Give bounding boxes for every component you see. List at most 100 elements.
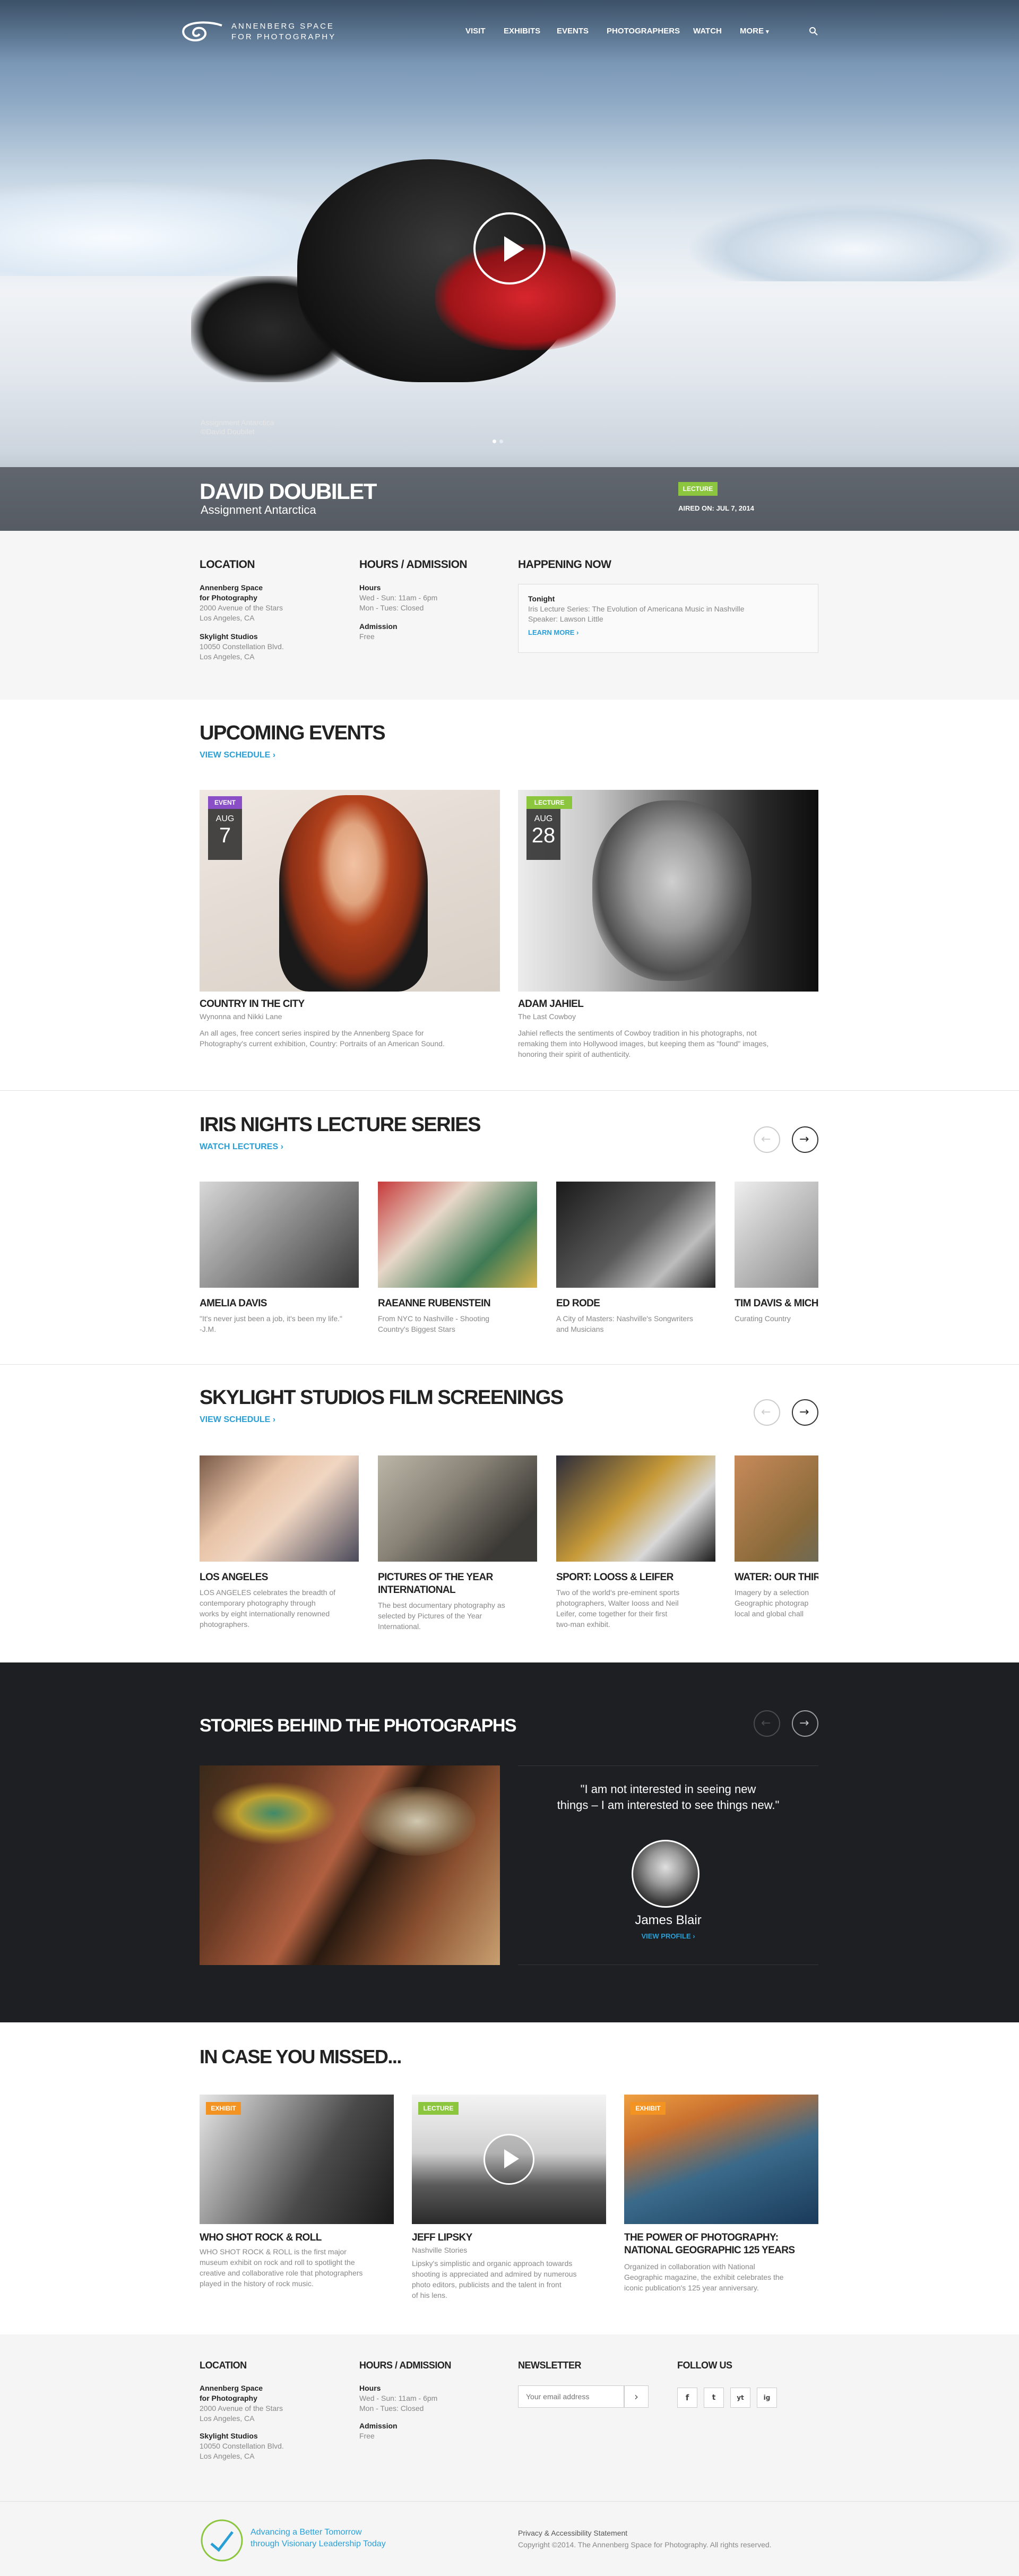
exhibit-tag: EXHIBIT	[631, 2102, 666, 2115]
newsletter-heading: NEWSLETTER	[518, 2360, 582, 2371]
stories-quote: "I am not interested in seeing new thing…	[518, 1781, 818, 1813]
iris-heading: IRIS NIGHTS LECTURE SERIES	[200, 1114, 481, 1136]
hours-line2: Mon - Tues: Closed	[359, 604, 424, 612]
stories-next-button[interactable]: →	[792, 1710, 818, 1737]
happening-heading: HAPPENING NOW	[518, 558, 611, 571]
play-video-button[interactable]	[483, 2134, 534, 2185]
skylight-view-schedule-link[interactable]: VIEW SCHEDULE ›	[200, 1415, 275, 1425]
newsletter-submit-button[interactable]: ›	[624, 2385, 649, 2408]
iris-photo[interactable]	[735, 1182, 818, 1288]
lecture-tag: LECTURE	[526, 796, 572, 809]
event-title[interactable]: COUNTRY IN THE CITY	[200, 998, 305, 1011]
film-desc-line: works by eight internationally renowned	[200, 1609, 330, 1618]
iris-desc: From NYC to Nashville - Shooting Country'…	[378, 1313, 537, 1334]
play-icon	[504, 2149, 519, 2168]
footer-hours-block: Hours Wed - Sun: 11am - 6pm Mon - Tues: …	[359, 2383, 437, 2441]
iris-photo[interactable]	[378, 1182, 537, 1288]
exhibit-tag-label: EXHIBIT	[635, 2105, 661, 2112]
youtube-icon[interactable]: yt	[730, 2388, 750, 2408]
tagline-line: Advancing a Better Tomorrow	[251, 2528, 362, 2537]
nav-photographers[interactable]: PHOTOGRAPHERS	[607, 27, 680, 36]
missed-title[interactable]: WHO SHOT ROCK & ROLL	[200, 2232, 322, 2244]
play-video-button[interactable]	[473, 212, 546, 285]
newsletter-email-input[interactable]	[518, 2385, 624, 2408]
venue1-addr1: 2000 Avenue of the Stars	[200, 2404, 283, 2413]
hours-line1: Wed - Sun: 11am - 6pm	[359, 593, 438, 602]
film-title[interactable]: PICTURES OF THE YEAR INTERNATIONAL	[378, 1571, 493, 1597]
happening-learn-more-link[interactable]: LEARN MORE ›	[528, 628, 808, 636]
iris-desc: "It's never just been a job, it's been m…	[200, 1313, 359, 1334]
iris-photo[interactable]	[556, 1182, 715, 1288]
film-photo[interactable]	[735, 1455, 818, 1562]
iris-title[interactable]: AMELIA DAVIS	[200, 1297, 267, 1310]
iris-prev-button[interactable]: ←	[754, 1126, 780, 1153]
nav-more[interactable]: MORE ▾	[740, 27, 769, 36]
iris-title[interactable]: ED RODE	[556, 1297, 600, 1310]
iris-desc: A City of Masters: Nashville's Songwrite…	[556, 1313, 715, 1334]
missed-desc-line: of his lens.	[412, 2291, 447, 2299]
hours-label: Hours	[359, 2384, 381, 2392]
venue2-name: Skylight Studios	[200, 632, 258, 641]
nav-watch[interactable]: WATCH	[693, 27, 722, 36]
film-title[interactable]: WATER: OUR THIRSTY	[735, 1571, 818, 1584]
film-photo[interactable]	[378, 1455, 537, 1562]
iris-desc-line: "It's never just been a job, it's been m…	[200, 1314, 342, 1323]
nav-events[interactable]: EVENTS	[557, 27, 589, 36]
carousel-dot[interactable]	[499, 440, 503, 443]
nav-visit[interactable]: VISIT	[465, 27, 486, 36]
hero-title: DAVID DOUBILET	[200, 479, 377, 504]
venue1-name1: Annenberg Space	[200, 583, 263, 592]
view-schedule-link[interactable]: VIEW SCHEDULE ›	[200, 751, 275, 760]
privacy-link[interactable]: Privacy & Accessibility Statement	[518, 2529, 627, 2537]
carousel-dots[interactable]	[493, 435, 503, 445]
search-icon[interactable]	[809, 27, 818, 36]
event-month: AUG	[215, 814, 235, 823]
nav-more-label: MORE	[740, 27, 764, 36]
stories-photo[interactable]	[200, 1765, 500, 1965]
event-description: An all ages, free concert series inspire…	[200, 1028, 500, 1049]
chevron-down-icon: ▾	[766, 29, 769, 35]
film-desc-line: photographers, Walter Iooss and Neil	[556, 1599, 679, 1607]
arrow-right-icon: →	[799, 1406, 809, 1419]
iris-next-button[interactable]: →	[792, 1126, 818, 1153]
event-photo-country[interactable]	[200, 790, 500, 992]
event-photo-jahiel[interactable]	[518, 790, 818, 992]
hero-credit-name: ©David Doubilet	[201, 427, 255, 436]
film-title-line: INTERNATIONAL	[378, 1584, 456, 1596]
skylight-prev-button[interactable]: ←	[754, 1399, 780, 1426]
iris-desc-line: Country's Biggest Stars	[378, 1325, 455, 1333]
event-desc-line: Photography's current exhibition, Countr…	[200, 1039, 445, 1048]
film-desc-line: Geographic photograp	[735, 1599, 809, 1607]
footer-hours-heading: HOURS / ADMISSION	[359, 2360, 451, 2371]
missed-title-line: NATIONAL GEOGRAPHIC 125 YEARS	[624, 2245, 795, 2256]
event-desc-line: Jahiel reflects the sentiments of Cowboy…	[518, 1029, 757, 1037]
watch-lectures-link[interactable]: WATCH LECTURES ›	[200, 1142, 283, 1152]
iris-title[interactable]: RAEANNE RUBENSTEIN	[378, 1297, 491, 1310]
instagram-icon[interactable]: ig	[757, 2388, 777, 2408]
skylight-next-button[interactable]: →	[792, 1399, 818, 1426]
film-photo[interactable]	[200, 1455, 359, 1562]
event-title[interactable]: ADAM JAHIEL	[518, 998, 584, 1011]
quote-line: "I am not interested in seeing new	[580, 1782, 756, 1796]
film-title[interactable]: SPORT: LOOSS & LEIFER	[556, 1571, 673, 1584]
missed-title[interactable]: JEFF LIPSKY	[412, 2232, 472, 2244]
twitter-icon[interactable]: t	[704, 2388, 724, 2408]
venue1-name2: for Photography	[200, 593, 257, 602]
arrow-right-icon: →	[799, 1717, 809, 1730]
missed-title[interactable]: THE POWER OF PHOTOGRAPHY: NATIONAL GEOGRA…	[624, 2232, 795, 2257]
foundation-tagline: Advancing a Better Tomorrow through Visi…	[251, 2527, 386, 2550]
view-profile-link[interactable]: VIEW PROFILE ›	[518, 1932, 818, 1940]
stories-prev-button[interactable]: ←	[754, 1710, 780, 1737]
iris-desc-line: -J.M.	[200, 1325, 217, 1333]
section-divider	[0, 1364, 1019, 1365]
film-title[interactable]: LOS ANGELES	[200, 1571, 268, 1584]
iris-title[interactable]: TIM DAVIS & MICHAEL	[735, 1297, 818, 1310]
nav-exhibits[interactable]: EXHIBITS	[504, 27, 540, 36]
film-photo[interactable]	[556, 1455, 715, 1562]
avatar[interactable]	[632, 1840, 700, 1908]
facebook-icon[interactable]: f	[677, 2388, 697, 2408]
annenberg-foundation-logo[interactable]	[200, 2518, 244, 2563]
iris-photo[interactable]	[200, 1182, 359, 1288]
venue2-addr2: Los Angeles, CA	[200, 652, 255, 661]
carousel-dot-active[interactable]	[493, 440, 496, 443]
